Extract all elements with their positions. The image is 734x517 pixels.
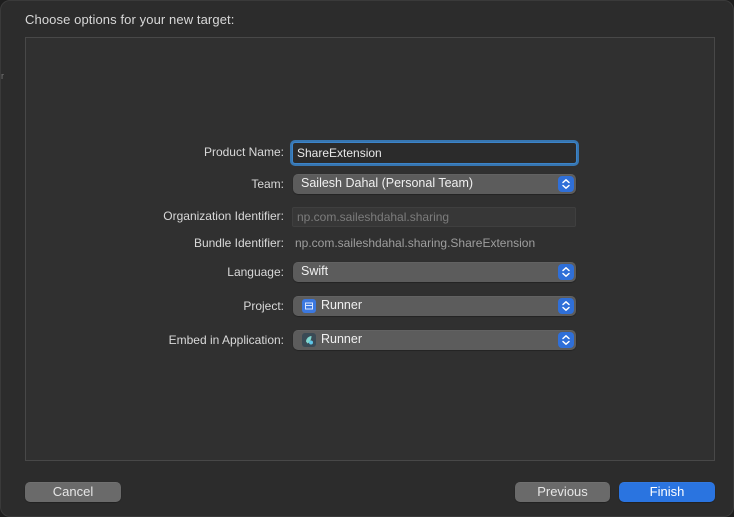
embed-in-application-row: Embed in Application: Runner <box>1 330 734 352</box>
project-label: Project: <box>243 299 284 313</box>
chevron-up-down-icon <box>558 298 574 314</box>
embed-in-application-label: Embed in Application: <box>168 333 284 347</box>
xcode-project-icon <box>302 299 316 313</box>
organization-identifier-row: Organization Identifier: np.com.saileshd… <box>1 206 734 228</box>
embed-in-application-popup[interactable]: Runner <box>293 330 576 350</box>
language-value: Swift <box>301 264 329 278</box>
new-target-options-sheet: r Choose options for your new target: Pr… <box>0 0 734 517</box>
previous-button[interactable]: Previous <box>515 482 610 502</box>
language-popup[interactable]: Swift <box>293 262 576 282</box>
language-row: Language: Swift <box>1 262 734 284</box>
project-value: Runner <box>321 298 362 312</box>
chevron-up-down-icon <box>558 176 574 192</box>
chevron-up-down-icon <box>558 264 574 280</box>
flutter-app-icon <box>302 333 316 347</box>
team-value: Sailesh Dahal (Personal Team) <box>301 176 474 190</box>
product-name-label: Product Name: <box>203 145 284 159</box>
cancel-button[interactable]: Cancel <box>25 482 121 502</box>
sheet-title: Choose options for your new target: <box>25 12 235 27</box>
embed-in-application-value: Runner <box>321 332 362 346</box>
project-row: Project: Runner <box>1 296 734 318</box>
language-label: Language: <box>227 265 284 279</box>
product-name-input[interactable]: ShareExtension <box>290 140 579 166</box>
finish-button[interactable]: Finish <box>619 482 715 502</box>
organization-identifier-label: Organization Identifier: <box>163 209 284 223</box>
organization-identifier-input: np.com.saileshdahal.sharing <box>292 207 576 227</box>
project-popup[interactable]: Runner <box>293 296 576 316</box>
team-row: Team: Sailesh Dahal (Personal Team) <box>1 174 734 196</box>
team-popup[interactable]: Sailesh Dahal (Personal Team) <box>293 174 576 194</box>
bundle-identifier-label: Bundle Identifier: <box>193 236 284 250</box>
bundle-identifier-row: Bundle Identifier: np.com.saileshdahal.s… <box>1 233 734 255</box>
product-name-row: Product Name: ShareExtension <box>1 140 734 166</box>
bundle-identifier-value: np.com.saileshdahal.sharing.ShareExtensi… <box>295 236 536 250</box>
chevron-up-down-icon <box>558 332 574 348</box>
team-label: Team: <box>251 177 284 191</box>
window-edge-marker: r <box>1 71 4 81</box>
